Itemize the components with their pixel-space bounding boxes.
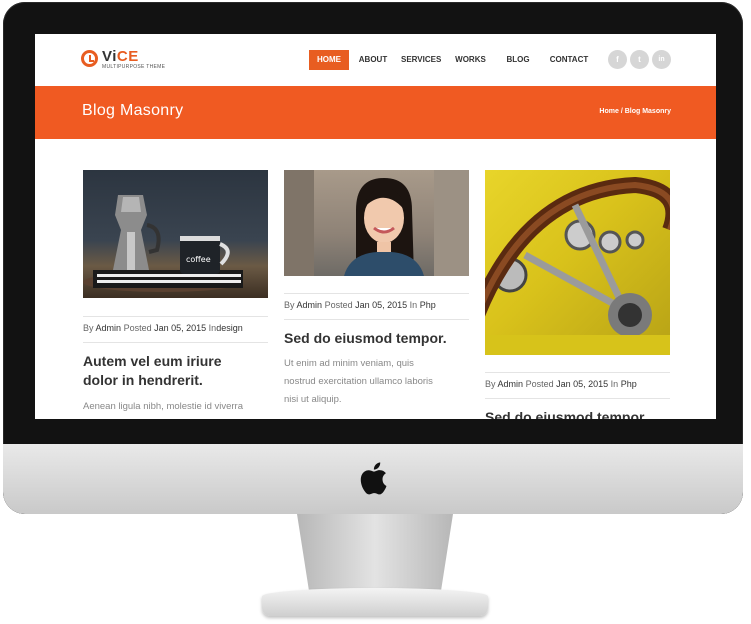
nav-works[interactable]: WORKS [454,50,487,70]
post-category[interactable]: Php [420,300,436,310]
divider [485,372,670,373]
nav-home[interactable]: HOME [309,50,349,70]
post-date: Jan 05, 2015 [355,300,408,310]
logo-text: ViCE [102,48,139,65]
nav-about[interactable]: ABOUT [357,50,389,70]
post-title[interactable]: Sed do eiusmod tempor. [284,329,469,348]
divider [284,293,469,294]
divider [83,342,268,343]
post-excerpt: Ut enim ad minim veniam, quis nostrud ex… [284,358,433,405]
post-date: Jan 05, 2015 [154,323,207,333]
nav-blog[interactable]: BLOG [506,50,530,70]
page-title: Blog Masonry [82,102,184,119]
divider [284,319,469,320]
linkedin-icon[interactable]: in [652,50,671,69]
post-author[interactable]: Admin [297,300,323,310]
nav-services[interactable]: SERVICES [401,50,441,70]
post-title[interactable]: Sed do eiusmod tempor. [485,408,670,419]
page-banner: Blog Masonry Home / Blog Masonry [35,86,716,139]
post-image-coffee[interactable]: coffee [83,170,268,298]
coffee-photo-icon: coffee [83,195,243,292]
steering-wheel-photo-icon [485,176,670,355]
post-date: Jan 05, 2015 [556,379,609,389]
post-title[interactable]: Autem vel eum iriure dolor in hendrerit. [83,352,268,390]
divider [83,316,268,317]
logo-tagline: MULTIPURPOSE THEME [102,64,166,70]
nav-contact[interactable]: CONTACT [548,50,590,70]
post-image-portrait[interactable] [284,170,469,276]
post-image-car[interactable] [485,170,670,355]
website-screen: ViCE MULTIPURPOSE THEME HOME ABOUT SERVI… [35,34,716,419]
divider [485,398,670,399]
post-excerpt: Aenean ligula nibh, molestie id viverra [83,401,244,412]
post-category[interactable]: design [216,323,243,333]
post-meta: By Admin Posted Jan 05, 2015 Indesign [83,323,243,333]
imac-stand-base [262,588,488,616]
portrait-photo-icon [284,170,469,276]
post-meta: By Admin Posted Jan 05, 2015 In Php [485,379,637,389]
facebook-icon[interactable]: f [608,50,627,69]
apple-logo-icon [360,462,387,495]
post-author[interactable]: Admin [96,323,122,333]
imac-stand-neck [297,514,453,594]
site-header: ViCE MULTIPURPOSE THEME HOME ABOUT SERVI… [35,34,716,86]
post-author[interactable]: Admin [498,379,524,389]
twitter-icon[interactable]: t [630,50,649,69]
clock-logo-icon [81,50,98,67]
post-meta: By Admin Posted Jan 05, 2015 In Php [284,300,436,310]
svg-text:coffee: coffee [186,255,211,264]
breadcrumb[interactable]: Home / Blog Masonry [599,108,671,115]
post-category[interactable]: Php [621,379,637,389]
